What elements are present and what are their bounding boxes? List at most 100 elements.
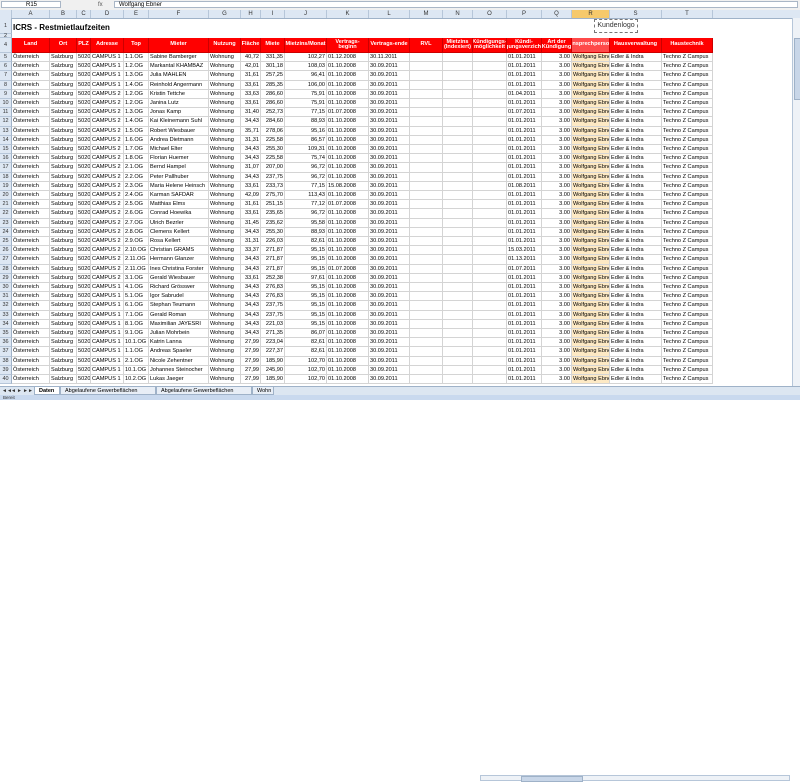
table-cell[interactable]: 1.2.OG — [124, 62, 149, 72]
table-cell[interactable]: Christian GRAMS — [149, 246, 209, 256]
table-cell[interactable]: Gerald Wiesbauer — [149, 273, 209, 283]
table-cell[interactable]: 271,87 — [261, 255, 285, 265]
column-header-m[interactable]: M — [410, 10, 443, 18]
table-cell[interactable] — [473, 292, 507, 302]
table-cell[interactable]: 278,06 — [261, 126, 285, 136]
table-cell[interactable]: 30.09.2011 — [369, 338, 410, 348]
table-cell[interactable]: 30.09.2011 — [369, 227, 410, 237]
table-cell[interactable]: Österreich — [12, 375, 50, 385]
table-cell[interactable]: Hermann Glanzer — [149, 255, 209, 265]
table-cell[interactable]: Österreich — [12, 283, 50, 293]
table-cell[interactable]: Karman SAFDAR — [149, 191, 209, 201]
table-cell[interactable]: Techno Z Campus — [662, 237, 713, 247]
table-cell[interactable]: 3.00 — [542, 89, 572, 99]
table-cell[interactable]: 27,99 — [241, 365, 261, 375]
table-cell[interactable]: 3.00 — [542, 329, 572, 339]
table-cell[interactable]: Österreich — [12, 255, 50, 265]
table-cell[interactable]: Österreich — [12, 135, 50, 145]
table-cell[interactable]: Österreich — [12, 356, 50, 366]
table-cell[interactable]: 30.09.2011 — [369, 172, 410, 182]
table-cell[interactable]: 3.00 — [542, 338, 572, 348]
table-cell[interactable]: Wolfgang Ebner — [572, 227, 610, 237]
table-cell[interactable]: 27,99 — [241, 347, 261, 357]
table-cell[interactable]: 01.01.2011 — [507, 338, 542, 348]
table-cell[interactable] — [443, 301, 473, 311]
table-cell[interactable]: Wohnung — [209, 209, 241, 219]
table-cell[interactable]: Techno Z Campus — [662, 273, 713, 283]
table-cell[interactable]: 235,62 — [261, 218, 285, 228]
table-cell[interactable] — [443, 53, 473, 63]
table-cell[interactable]: 34,43 — [241, 264, 261, 274]
table-cell[interactable]: 301,18 — [261, 62, 285, 72]
table-cell[interactable]: Salzburg — [50, 181, 77, 191]
table-cell[interactable]: Edler & Indra — [610, 227, 662, 237]
table-cell[interactable]: Nicole Zehentner — [149, 356, 209, 366]
table-cell[interactable]: 6.1.OG — [124, 301, 149, 311]
table-cell[interactable]: 207,00 — [261, 163, 285, 173]
table-cell[interactable]: 86,57 — [285, 135, 327, 145]
table-cell[interactable]: 271,35 — [261, 329, 285, 339]
table-cell[interactable]: 3.00 — [542, 71, 572, 81]
table-cell[interactable] — [410, 246, 443, 256]
table-cell[interactable] — [473, 347, 507, 357]
table-cell[interactable]: 102,70 — [285, 375, 327, 385]
table-cell[interactable]: Edler & Indra — [610, 246, 662, 256]
table-cell[interactable]: 5020 — [77, 292, 91, 302]
table-cell[interactable] — [473, 264, 507, 274]
table-cell[interactable]: Florian Huemer — [149, 154, 209, 164]
table-cell[interactable]: Salzburg — [50, 200, 77, 210]
table-cell[interactable]: Wolfgang Ebner — [572, 218, 610, 228]
table-cell[interactable]: 3.00 — [542, 53, 572, 63]
table-cell[interactable]: 95,58 — [285, 218, 327, 228]
table-cell[interactable]: CAMPUS 2 — [91, 191, 124, 201]
table-cell[interactable]: Wohnung — [209, 154, 241, 164]
table-cell[interactable] — [443, 89, 473, 99]
table-cell[interactable]: Techno Z Campus — [662, 338, 713, 348]
table-cell[interactable]: 30.09.2011 — [369, 255, 410, 265]
table-cell[interactable]: Salzburg — [50, 255, 77, 265]
table-cell[interactable]: 01.12.2008 — [327, 53, 369, 63]
column-title[interactable]: Vertrags-beginn — [327, 38, 369, 53]
table-cell[interactable]: 30.09.2011 — [369, 108, 410, 118]
table-cell[interactable]: 5020 — [77, 338, 91, 348]
table-cell[interactable]: 10.2.OG — [124, 375, 149, 385]
table-cell[interactable]: 30.09.2011 — [369, 347, 410, 357]
table-cell[interactable] — [443, 319, 473, 329]
table-cell[interactable]: 1.3.OG — [124, 71, 149, 81]
table-cell[interactable]: Robert Wiesbauer — [149, 126, 209, 136]
table-cell[interactable]: Techno Z Campus — [662, 163, 713, 173]
table-cell[interactable]: Wolfgang Ebner — [572, 99, 610, 109]
table-cell[interactable] — [443, 237, 473, 247]
column-header-i[interactable]: I — [261, 10, 285, 18]
table-cell[interactable] — [410, 292, 443, 302]
table-cell[interactable]: Edler & Indra — [610, 62, 662, 72]
table-cell[interactable]: Wohnung — [209, 62, 241, 72]
table-cell[interactable]: Österreich — [12, 237, 50, 247]
table-cell[interactable]: Österreich — [12, 172, 50, 182]
table-cell[interactable] — [443, 310, 473, 320]
table-cell[interactable]: Wohnung — [209, 237, 241, 247]
table-cell[interactable]: 01.10.2008 — [327, 71, 369, 81]
table-cell[interactable]: 01.10.2008 — [327, 99, 369, 109]
table-cell[interactable]: 95,15 — [285, 255, 327, 265]
row-header[interactable]: 11 — [0, 108, 12, 118]
table-cell[interactable] — [473, 319, 507, 329]
table-cell[interactable]: 3.00 — [542, 80, 572, 90]
table-cell[interactable]: 252,38 — [261, 273, 285, 283]
table-cell[interactable]: Stephan Teumann — [149, 301, 209, 311]
table-cell[interactable]: Edler & Indra — [610, 145, 662, 155]
table-cell[interactable]: CAMPUS 1 — [91, 338, 124, 348]
table-cell[interactable]: 5020 — [77, 365, 91, 375]
table-cell[interactable]: 35,71 — [241, 126, 261, 136]
table-cell[interactable]: Österreich — [12, 310, 50, 320]
table-cell[interactable]: 5020 — [77, 301, 91, 311]
table-cell[interactable]: Wolfgang Ebner — [572, 338, 610, 348]
table-cell[interactable]: 30.09.2011 — [369, 62, 410, 72]
table-cell[interactable]: 30.09.2011 — [369, 237, 410, 247]
table-cell[interactable]: Wohnung — [209, 356, 241, 366]
table-cell[interactable]: 1.7.OG — [124, 145, 149, 155]
table-cell[interactable]: 34,43 — [241, 117, 261, 127]
column-title[interactable]: Mietzins/Monat — [285, 38, 327, 53]
table-cell[interactable]: CAMPUS 1 — [91, 356, 124, 366]
table-cell[interactable]: Wolfgang Ebner — [572, 154, 610, 164]
